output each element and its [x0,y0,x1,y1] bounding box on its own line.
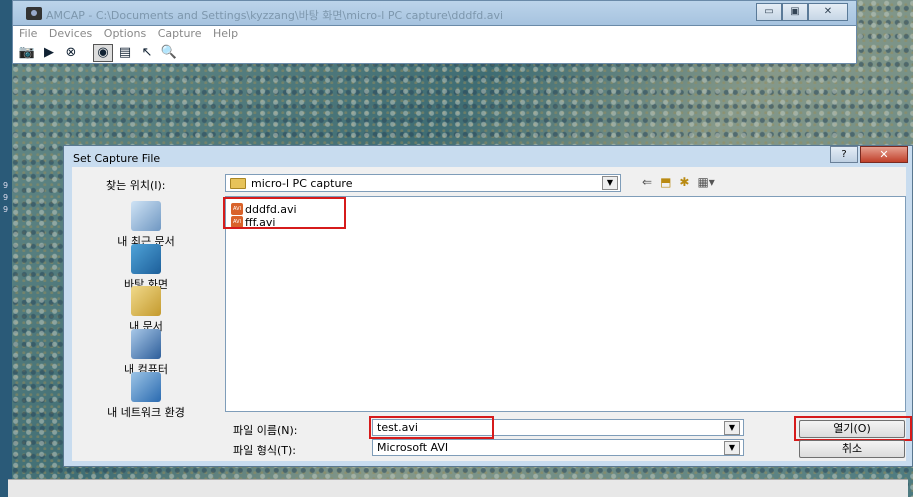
settings-tool-icon[interactable]: ↖ [137,44,157,62]
open-highlight-box [794,416,912,441]
filename-highlight-box [369,416,494,439]
file-name-label: 파일 이름(N): [233,424,298,437]
dialog-title: Set Capture File [73,152,161,165]
menu-capture[interactable]: Capture [158,26,202,42]
menu-file[interactable]: File [19,26,37,42]
look-in-value: micro-l PC capture [251,177,353,190]
chevron-down-icon[interactable]: ▼ [724,421,740,435]
my-documents-icon [131,286,161,316]
view-menu-icon[interactable]: ▦▾ [697,175,714,189]
window-controls: ▭ ▣ ✕ [756,3,848,21]
place-my-documents[interactable]: 내 문서 [72,286,220,334]
back-arrow-icon[interactable]: ⇐ [642,175,652,189]
zoom-icon[interactable]: 🔍 [159,44,179,62]
new-folder-icon[interactable]: ✱ [679,175,689,189]
play-icon[interactable]: ▶ [39,44,59,62]
amcap-window-title: AMCAP - C:\Documents and Settings\kyzzan… [46,9,504,22]
status-bar [8,479,908,497]
places-bar: 내 최근 문서 바탕 화면 내 문서 내 컴퓨터 내 네트워크 환경 [72,201,220,431]
place-recent-documents[interactable]: 내 최근 문서 [72,201,220,249]
place-my-computer[interactable]: 내 컴퓨터 [72,329,220,377]
left-desktop-strip: 9 9 9 [0,0,12,497]
stop-icon[interactable]: ⊗ [61,44,81,62]
overlay-icon[interactable]: ▤ [115,44,135,62]
side-text-1: 9 [3,181,9,190]
file-type-label: 파일 형식(T): [233,444,296,457]
file-type-select[interactable]: Microsoft AVI [372,439,744,456]
dialog-title-bar[interactable]: Set Capture File ? ✕ [64,146,912,166]
menu-options[interactable]: Options [104,26,146,42]
place-label: 내 네트워크 환경 [107,406,185,419]
place-network[interactable]: 내 네트워크 환경 [72,372,220,420]
minimize-button[interactable]: ▭ [756,3,782,21]
chevron-down-icon[interactable]: ▼ [724,441,740,455]
menu-devices[interactable]: Devices [49,26,92,42]
my-computer-icon [131,329,161,359]
toolbar: 📷 ▶ ⊗ ◉ ▤ ↖ 🔍 [12,42,857,64]
place-desktop[interactable]: 바탕 화면 [72,244,220,292]
dialog-body: 찾는 위치(I): micro-l PC capture ▼ ⇐ ⬒ ✱ ▦▾ … [72,167,912,461]
camera-capture-icon[interactable]: 📷 [17,44,37,62]
side-text-2: 9 [3,193,9,202]
navigation-icons: ⇐ ⬒ ✱ ▦▾ [642,175,715,189]
close-button[interactable]: ✕ [808,3,848,21]
chevron-down-icon[interactable]: ▼ [602,176,618,190]
menu-help[interactable]: Help [213,26,238,42]
folder-icon [230,178,246,189]
network-icon [131,372,161,402]
menu-bar: File Devices Options Capture Help [12,26,857,42]
up-folder-icon[interactable]: ⬒ [660,175,671,189]
files-highlight-box [223,197,346,229]
look-in-dropdown[interactable]: micro-l PC capture ▼ [225,174,621,192]
cancel-button[interactable]: 취소 [799,440,905,458]
camera-app-icon [26,7,42,20]
dialog-close-button[interactable]: ✕ [860,146,908,163]
desktop-icon [131,244,161,274]
side-text-3: 9 [3,205,9,214]
help-button[interactable]: ? [830,146,858,163]
amcap-title-bar[interactable]: AMCAP - C:\Documents and Settings\kyzzan… [12,0,857,26]
preview-icon[interactable]: ◉ [93,43,113,62]
set-capture-file-dialog: Set Capture File ? ✕ 찾는 위치(I): micro-l P… [63,145,913,467]
maximize-button[interactable]: ▣ [782,3,808,21]
look-in-label: 찾는 위치(I): [106,179,166,192]
recent-documents-icon [131,201,161,231]
